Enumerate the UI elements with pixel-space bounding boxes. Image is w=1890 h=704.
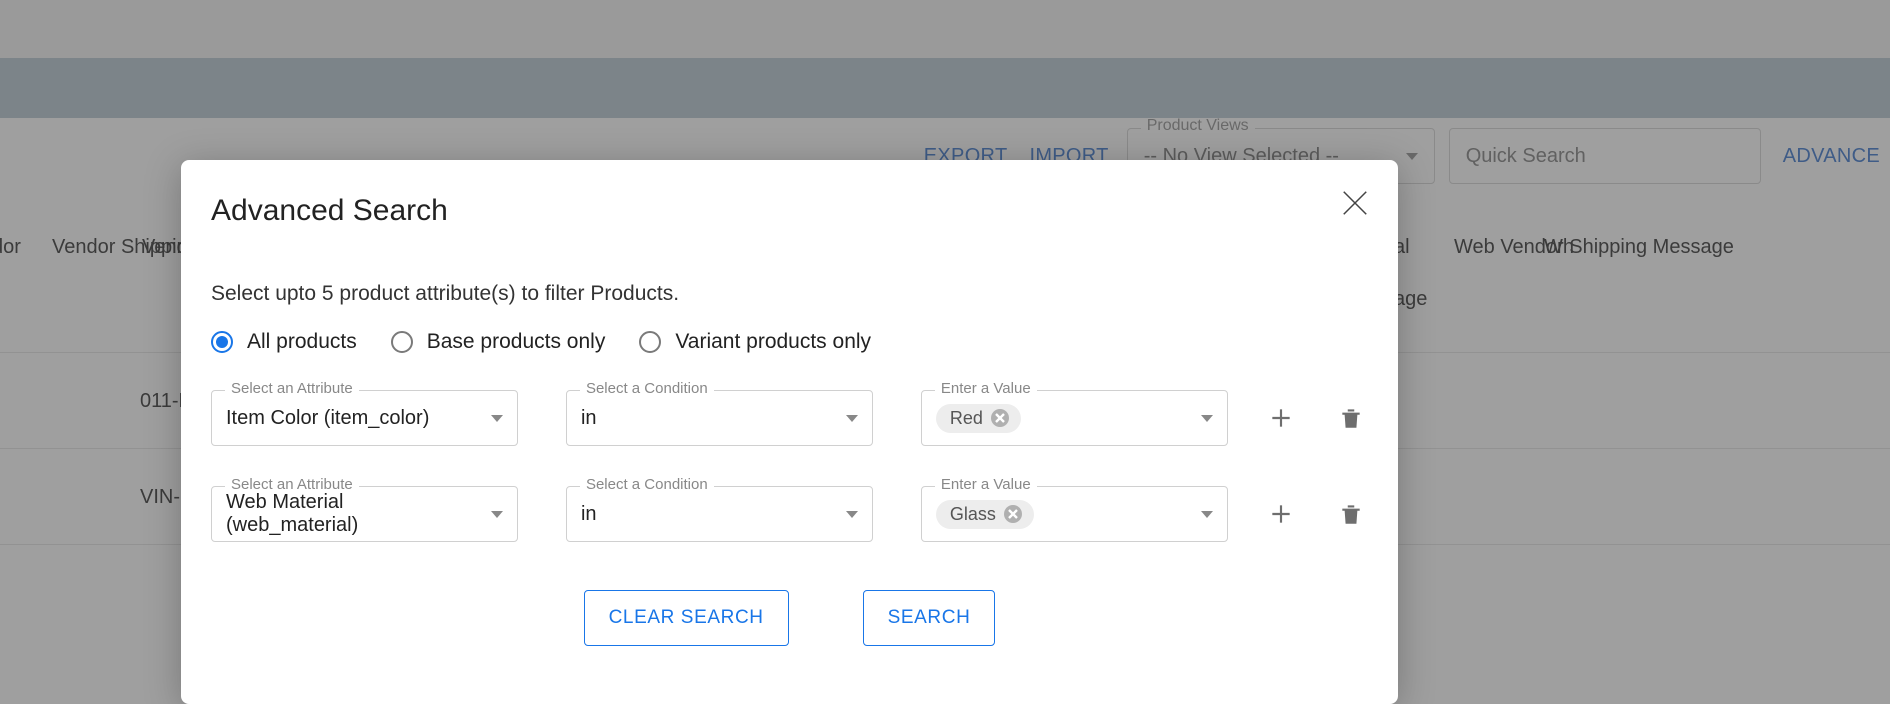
product-scope-radios: All products Base products only Variant … [211,330,1368,354]
close-icon[interactable] [1340,188,1370,218]
field-label: Select an Attribute [225,380,359,397]
field-label: Select an Attribute [225,476,359,493]
add-filter-button[interactable] [1264,496,1298,532]
value-select[interactable]: Red [921,390,1228,446]
condition-value: in [581,407,597,430]
value-chip: Red [936,404,1021,433]
radio-base-products[interactable]: Base products only [391,330,606,354]
dialog-actions: CLEAR SEARCH SEARCH [211,590,1368,646]
radio-icon [211,331,233,353]
attribute-field: Select an Attribute Web Material (web_ma… [211,486,518,542]
search-button[interactable]: SEARCH [863,590,996,646]
condition-value: in [581,503,597,526]
condition-select[interactable]: in [566,486,873,542]
radio-label: All products [247,330,357,354]
chevron-down-icon [491,415,503,422]
chip-remove-icon[interactable] [1004,505,1022,523]
condition-field: Select a Condition in [566,486,873,542]
page-root: EXPORT IMPORT Product Views -- No View S… [0,0,1890,704]
chevron-down-icon [491,511,503,518]
field-label: Select a Condition [580,380,714,397]
radio-variant-products[interactable]: Variant products only [639,330,871,354]
field-label: Select a Condition [580,476,714,493]
value-chip: Glass [936,500,1034,529]
attribute-value: Web Material (web_material) [226,491,479,537]
radio-label: Variant products only [675,330,871,354]
radio-icon [391,331,413,353]
chip-text: Red [950,408,983,429]
delete-filter-button[interactable] [1334,400,1368,436]
dialog-subtitle: Select upto 5 product attribute(s) to fi… [211,282,1368,306]
radio-icon [639,331,661,353]
filter-row: Select an Attribute Item Color (item_col… [211,390,1368,446]
value-field: Enter a Value Glass [921,486,1228,542]
chip-text: Glass [950,504,996,525]
value-select[interactable]: Glass [921,486,1228,542]
condition-field: Select a Condition in [566,390,873,446]
attribute-value: Item Color (item_color) [226,407,429,430]
clear-search-button[interactable]: CLEAR SEARCH [584,590,789,646]
field-label: Enter a Value [935,476,1037,493]
filter-row: Select an Attribute Web Material (web_ma… [211,486,1368,542]
chevron-down-icon [1201,415,1213,422]
chevron-down-icon [846,511,858,518]
dialog-title: Advanced Search [211,194,1368,228]
radio-label: Base products only [427,330,606,354]
attribute-field: Select an Attribute Item Color (item_col… [211,390,518,446]
chevron-down-icon [846,415,858,422]
add-filter-button[interactable] [1264,400,1298,436]
chip-remove-icon[interactable] [991,409,1009,427]
delete-filter-button[interactable] [1334,496,1368,532]
condition-select[interactable]: in [566,390,873,446]
attribute-select[interactable]: Item Color (item_color) [211,390,518,446]
chevron-down-icon [1201,511,1213,518]
value-field: Enter a Value Red [921,390,1228,446]
advanced-search-dialog: Advanced Search Select upto 5 product at… [181,160,1398,704]
field-label: Enter a Value [935,380,1037,397]
attribute-select[interactable]: Web Material (web_material) [211,486,518,542]
radio-all-products[interactable]: All products [211,330,357,354]
